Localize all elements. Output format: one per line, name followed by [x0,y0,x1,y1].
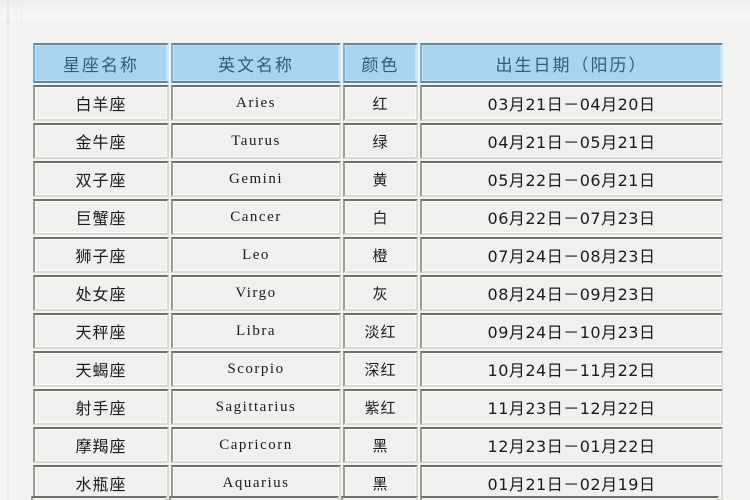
column-header-color: 颜色 [343,43,418,83]
cell-sign-name: 金牛座 [33,123,169,159]
table-row: 水瓶座 Aquarius 黑 01月21日－02月19日 [33,465,723,500]
cell-english-name: Aries [171,85,341,121]
cell-color: 红 [343,85,418,121]
cell-birth-date: 04月21日－05月21日 [420,123,723,159]
cell-sign-name: 摩羯座 [33,427,169,463]
cell-color: 黄 [343,161,418,197]
page-rule-line-outer [7,0,9,500]
cell-color: 黑 [343,427,418,463]
cell-english-name: Virgo [171,275,341,311]
cell-birth-date: 12月23日－01月22日 [420,427,723,463]
cell-sign-name: 水瓶座 [33,465,169,500]
cell-birth-date: 05月22日－06月21日 [420,161,723,197]
column-header-english-name: 英文名称 [171,43,341,83]
table-row: 狮子座 Leo 橙 07月24日－08月23日 [33,237,723,273]
table-row: 射手座 Sagittarius 紫红 11月23日－12月22日 [33,389,723,425]
cell-color: 淡红 [343,313,418,349]
top-cropped-text-remnant: · · · · · · · · · · · [0,0,750,20]
table-header-row: 星座名称 英文名称 颜色 出生日期（阳历） [33,43,723,83]
screenshot-root: · · · · · · · · · · · 星座名称 英文名称 颜色 出生日期（… [0,0,750,500]
cell-color: 橙 [343,237,418,273]
cell-birth-date: 01月21日－02月19日 [420,465,723,500]
cell-birth-date: 09月24日－10月23日 [420,313,723,349]
clipped-next-row [31,496,720,500]
cell-sign-name: 天蝎座 [33,351,169,387]
cell-birth-date: 11月23日－12月22日 [420,389,723,425]
table-row: 摩羯座 Capricorn 黑 12月23日－01月22日 [33,427,723,463]
cell-sign-name: 双子座 [33,161,169,197]
cell-color: 深红 [343,351,418,387]
column-header-birth-date: 出生日期（阳历） [420,43,723,83]
cell-english-name: Gemini [171,161,341,197]
zodiac-sign-table: 星座名称 英文名称 颜色 出生日期（阳历） 白羊座 Aries 红 03月21日… [31,41,725,500]
cell-color: 绿 [343,123,418,159]
cell-english-name: Aquarius [171,465,341,500]
table-row: 双子座 Gemini 黄 05月22日－06月21日 [33,161,723,197]
cell-birth-date: 06月22日－07月23日 [420,199,723,235]
cell-color: 白 [343,199,418,235]
column-header-sign-name: 星座名称 [33,43,169,83]
cell-english-name: Libra [171,313,341,349]
cell-birth-date: 08月24日－09月23日 [420,275,723,311]
cell-sign-name: 巨蟹座 [33,199,169,235]
cell-sign-name: 处女座 [33,275,169,311]
cell-english-name: Scorpio [171,351,341,387]
table-row: 天蝎座 Scorpio 深红 10月24日－11月22日 [33,351,723,387]
table-row: 天秤座 Libra 淡红 09月24日－10月23日 [33,313,723,349]
table-row: 金牛座 Taurus 绿 04月21日－05月21日 [33,123,723,159]
cell-birth-date: 03月21日－04月20日 [420,85,723,121]
page-rule-line-inner [21,0,22,500]
cell-color: 灰 [343,275,418,311]
cell-sign-name: 狮子座 [33,237,169,273]
cell-color: 黑 [343,465,418,500]
cell-birth-date: 10月24日－11月22日 [420,351,723,387]
cell-sign-name: 射手座 [33,389,169,425]
cell-english-name: Sagittarius [171,389,341,425]
table-row: 巨蟹座 Cancer 白 06月22日－07月23日 [33,199,723,235]
table-row: 白羊座 Aries 红 03月21日－04月20日 [33,85,723,121]
cell-english-name: Taurus [171,123,341,159]
cell-sign-name: 天秤座 [33,313,169,349]
cell-birth-date: 07月24日－08月23日 [420,237,723,273]
cell-color: 紫红 [343,389,418,425]
table-row: 处女座 Virgo 灰 08月24日－09月23日 [33,275,723,311]
table-header: 星座名称 英文名称 颜色 出生日期（阳历） [33,43,723,83]
cell-sign-name: 白羊座 [33,85,169,121]
cell-english-name: Capricorn [171,427,341,463]
table-body: 白羊座 Aries 红 03月21日－04月20日 金牛座 Taurus 绿 0… [33,85,723,500]
cell-english-name: Leo [171,237,341,273]
cell-english-name: Cancer [171,199,341,235]
zodiac-table-container: 星座名称 英文名称 颜色 出生日期（阳历） 白羊座 Aries 红 03月21日… [31,41,723,500]
